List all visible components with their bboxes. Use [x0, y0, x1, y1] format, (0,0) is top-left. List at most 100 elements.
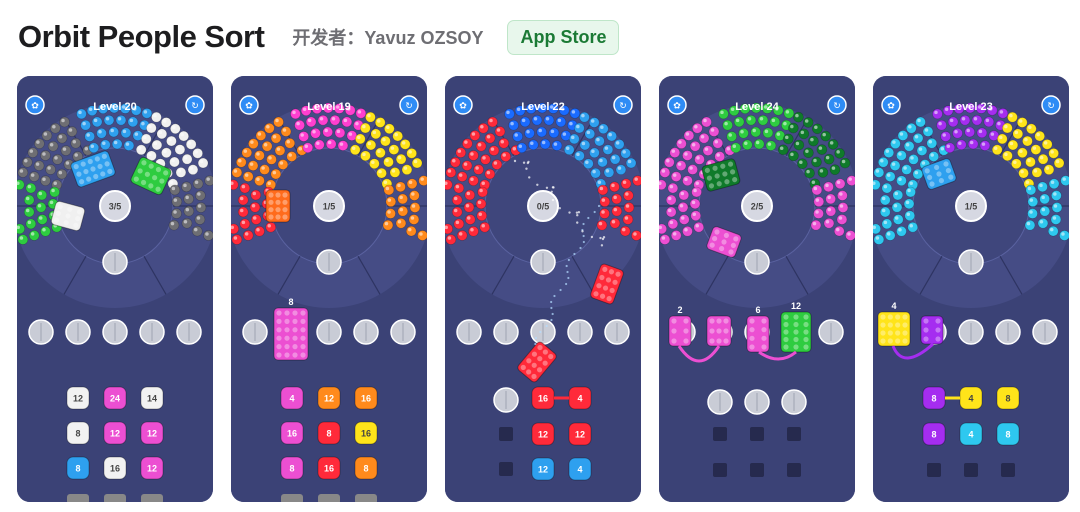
highlight — [177, 169, 182, 173]
crowd-person — [678, 214, 690, 225]
highlight — [795, 141, 800, 146]
sparkle — [551, 312, 554, 316]
bus-seat — [292, 327, 298, 333]
crowd-person — [531, 114, 543, 126]
highlight — [726, 147, 731, 151]
highlight — [604, 146, 609, 150]
highlight — [530, 141, 534, 146]
crowd-person — [976, 127, 988, 139]
highlight — [163, 149, 167, 154]
highlight — [905, 143, 910, 147]
crowd-person — [237, 194, 249, 206]
people-bus[interactable] — [265, 189, 291, 223]
crowd-person — [406, 148, 417, 159]
highlight — [814, 125, 818, 130]
crowd-person — [603, 167, 615, 178]
highlight — [815, 198, 820, 202]
screenshot-3[interactable]: ✿ ↻ Level 22 0/5 16 4 12 12 12 4 — [445, 76, 641, 502]
bus-seat — [276, 344, 282, 350]
highlight — [180, 132, 184, 137]
crowd-person — [461, 160, 473, 171]
crowd-person — [788, 150, 799, 162]
people-bus[interactable] — [706, 315, 732, 347]
highlight — [36, 140, 40, 144]
progress-counter: 0/5 — [537, 202, 550, 212]
highlight — [892, 140, 896, 144]
crowd-person — [395, 217, 407, 229]
crowd-person — [445, 234, 457, 245]
highlight — [819, 169, 824, 173]
highlight — [470, 152, 474, 156]
bus-seat — [803, 344, 809, 350]
highlight — [806, 169, 810, 174]
highlight — [122, 129, 127, 134]
screenshot-4[interactable]: ✿ ↻ Level 24 2/5 2 6 12 — [659, 76, 855, 502]
locked-slot — [499, 427, 513, 441]
queue-tile-count: 12 — [73, 394, 83, 404]
highlight — [185, 207, 190, 212]
highlight — [51, 188, 55, 193]
highlight — [813, 186, 818, 191]
crowd-person — [451, 206, 463, 218]
crowd-person — [1011, 158, 1022, 170]
bus-seat — [276, 335, 282, 341]
crowd-person — [738, 127, 749, 139]
people-bus[interactable] — [920, 315, 944, 345]
highlight — [282, 128, 287, 132]
highlight — [771, 118, 776, 123]
highlight — [105, 116, 110, 121]
highlight — [419, 232, 423, 236]
highlight — [54, 156, 58, 160]
sparkle — [552, 186, 555, 189]
crowd-person — [879, 206, 891, 218]
highlight — [35, 162, 40, 166]
sparkle — [567, 258, 570, 262]
crowd-person — [242, 230, 254, 241]
bus-seat — [935, 327, 941, 333]
app-store-badge[interactable]: App Store — [507, 19, 620, 55]
crowd-person — [170, 123, 181, 135]
highlight — [197, 204, 202, 208]
bus-seat — [292, 335, 298, 341]
screenshot-5[interactable]: ✿ ↻ Level 23 1/5 4 8 4 8 8 4 8 — [873, 76, 1069, 502]
highlight — [993, 146, 998, 151]
sparkle — [587, 216, 590, 220]
screenshot-2[interactable]: ✿ ↻ Level 19 1/5 8 4 12 16 16 8 16 8 16 8 — [231, 76, 427, 502]
developer-label[interactable]: 开发者：Yavuz OZSOY — [292, 24, 483, 50]
crowd-person — [1053, 157, 1065, 169]
crowd-person — [168, 219, 180, 231]
crowd-person — [265, 221, 277, 233]
crowd-person — [88, 142, 100, 154]
highlight — [1028, 125, 1032, 130]
highlight — [268, 156, 272, 160]
highlight — [176, 146, 181, 150]
sparkle — [550, 318, 553, 322]
highlight — [958, 141, 962, 146]
highlight — [42, 228, 46, 232]
highlight — [53, 181, 57, 186]
crowd-person — [897, 130, 909, 141]
highlight — [875, 169, 880, 173]
highlight — [1025, 180, 1030, 185]
highlight — [596, 137, 600, 142]
crowd-person — [1027, 196, 1039, 207]
crowd-person — [462, 138, 473, 149]
highlight — [351, 146, 356, 151]
crowd-person — [944, 142, 956, 154]
crowd-person — [1051, 190, 1062, 201]
highlight — [410, 216, 415, 220]
settings-button-glyph: ✿ — [31, 102, 39, 112]
highlight — [512, 147, 517, 151]
highlight — [759, 116, 764, 121]
highlight — [1020, 169, 1024, 174]
highlight — [928, 139, 933, 144]
highlight — [183, 183, 187, 188]
bus-seat — [284, 344, 290, 350]
crowd-person — [34, 138, 45, 149]
highlight — [117, 116, 122, 121]
crowd-person — [322, 126, 334, 138]
highlight — [25, 196, 30, 201]
screenshot-1[interactable]: ✿ ↻ Level 20 3/5 12 24 14 8 12 12 8 16 12 — [17, 76, 213, 502]
screenshot-gallery[interactable]: ✿ ↻ Level 20 3/5 12 24 14 8 12 12 8 16 12 ✿ ↻ Level 19… — [17, 76, 1069, 504]
crowd-person — [40, 226, 51, 237]
